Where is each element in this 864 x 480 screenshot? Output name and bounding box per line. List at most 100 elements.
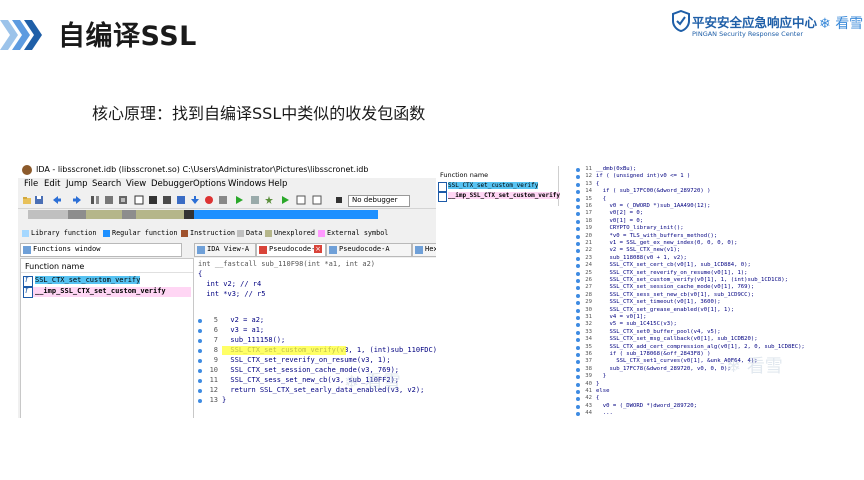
play-icon[interactable]	[234, 195, 244, 205]
cross-ref-icon[interactable]	[250, 195, 260, 205]
grid-icon[interactable]	[104, 195, 114, 205]
breakpoint-dot[interactable]	[576, 205, 580, 209]
breakpoint-dot[interactable]	[576, 242, 580, 246]
star-icon[interactable]	[264, 195, 274, 205]
segments-icon[interactable]	[90, 195, 100, 205]
breakpoint-dot[interactable]	[576, 308, 580, 313]
breakpoint-dot[interactable]	[576, 404, 580, 409]
breakpoint-dot[interactable]	[576, 316, 580, 320]
breakpoint-dot[interactable]	[576, 271, 580, 276]
breakpoint-dot[interactable]	[198, 339, 202, 343]
right-functions-window: Function name SSL_CTX_set_custom_verify …	[436, 166, 560, 206]
right-functions-header[interactable]: Function name	[440, 171, 488, 179]
breakpoint-dot[interactable]	[576, 293, 580, 298]
breakpoint-dot[interactable]	[576, 375, 580, 380]
menu-view[interactable]: View	[126, 179, 146, 189]
breakpoint-dot[interactable]	[576, 212, 580, 217]
run-icon[interactable]	[280, 195, 290, 205]
tab-pseudocode-b[interactable]: Pseudocode-B ×	[256, 243, 326, 257]
right-pseudocode-view[interactable]: 11 __dmb(0xBu); 12 if ( (unsigned int)v0 <=…	[576, 166, 852, 420]
code-text: __dmb(0xBu);	[596, 166, 637, 172]
breakpoint-dot[interactable]	[576, 412, 580, 417]
close-icon[interactable]: ×	[314, 245, 322, 253]
data-icon[interactable]	[162, 195, 172, 205]
save-icon[interactable]	[34, 195, 44, 205]
search-binary-icon[interactable]	[148, 195, 158, 205]
tab-hex[interactable]: Hex	[412, 243, 436, 257]
menu-windows[interactable]: Windows	[228, 179, 266, 189]
text-search-icon[interactable]	[134, 195, 144, 205]
breakpoint-dot[interactable]	[576, 227, 580, 232]
down-arrow-icon[interactable]	[190, 195, 200, 205]
breakpoint-dot[interactable]	[576, 175, 580, 180]
function-item[interactable]: __imp_SSL_CTX_set_custom_verify	[23, 286, 191, 298]
breakpoint-dot[interactable]	[576, 286, 580, 291]
breakpoint-dot[interactable]	[576, 197, 580, 202]
code-icon[interactable]	[176, 195, 186, 205]
breakpoint-dot[interactable]	[576, 367, 580, 372]
tab-functions-window[interactable]: Functions window	[20, 243, 182, 257]
breakpoint-dot[interactable]	[198, 379, 202, 383]
breakpoint-dot[interactable]	[198, 369, 202, 373]
menu-edit[interactable]: Edit	[44, 179, 60, 189]
breakpoint-dot[interactable]	[576, 256, 580, 261]
menu-jump[interactable]: Jump	[66, 179, 88, 189]
breakpoint-dot[interactable]	[576, 279, 580, 283]
code-text: SSL_CTX_set_cert_cb(v0[1], sub_1CD884, 0…	[596, 262, 751, 269]
breakpoint-dot[interactable]	[198, 329, 202, 333]
breakpoint-dot[interactable]	[576, 234, 580, 239]
breakpoint-dot[interactable]	[576, 249, 580, 254]
tab-row: Functions window IDA View-A Pseudocode-B…	[18, 242, 436, 257]
function-icon[interactable]	[296, 195, 306, 205]
breakpoint-dot[interactable]	[576, 390, 580, 394]
open-icon[interactable]	[22, 195, 32, 205]
forward-arrow-icon[interactable]	[72, 195, 82, 205]
menu-search[interactable]: Search	[92, 179, 121, 189]
back-arrow-icon[interactable]	[52, 195, 62, 205]
breakpoint-dot[interactable]	[576, 168, 580, 172]
breakpoint-dot[interactable]	[198, 349, 202, 353]
tab-pseudocode-a[interactable]: Pseudocode-A	[326, 243, 412, 257]
breakpoint-dot[interactable]	[576, 301, 580, 306]
struct-icon[interactable]	[218, 195, 228, 205]
menu-options[interactable]: Options	[193, 179, 226, 189]
breakpoint-icon[interactable]	[204, 195, 214, 205]
code-text: sub_111158();	[222, 336, 286, 344]
breakpoint-dot[interactable]	[198, 389, 202, 393]
breakpoint-dot[interactable]	[576, 330, 580, 335]
debugger-select[interactable]: No debugger	[348, 195, 410, 207]
navigation-band[interactable]	[28, 210, 378, 219]
partner-name: 看雪	[835, 16, 864, 32]
functions-column-header[interactable]: Function name	[25, 262, 84, 271]
line-number: 32	[585, 321, 592, 328]
menu-debugger[interactable]: Debugger	[151, 179, 193, 189]
breakpoint-dot[interactable]	[576, 219, 580, 224]
debug-stop-icon[interactable]	[334, 195, 344, 205]
bookmark-icon[interactable]	[312, 195, 322, 205]
code-text: int v2; // r4	[198, 280, 262, 288]
ida-window: IDA - libsscronet.idb (libsscronet.so) C…	[18, 162, 436, 418]
line-number: 33	[585, 328, 592, 335]
breakpoint-dot[interactable]	[576, 382, 580, 387]
breakpoint-dot[interactable]	[576, 190, 580, 195]
line-number: 18	[585, 217, 592, 224]
breakpoint-dot[interactable]	[576, 338, 580, 343]
breakpoint-dot[interactable]	[576, 353, 580, 357]
tab-ida-view-a[interactable]: IDA View-A	[194, 243, 256, 257]
pseudocode-view[interactable]: int __fastcall sub_110F98(int *a1, int a…	[194, 258, 436, 418]
hex-icon[interactable]	[118, 195, 128, 205]
breakpoint-dot[interactable]	[576, 323, 580, 328]
breakpoint-dot[interactable]	[576, 360, 580, 365]
breakpoint-dot[interactable]	[576, 182, 580, 187]
menu-file[interactable]: File	[24, 179, 38, 189]
breakpoint-dot[interactable]	[198, 399, 202, 403]
line-number: 12	[585, 173, 592, 180]
line-number: 8	[213, 346, 218, 354]
breakpoint-dot[interactable]	[576, 264, 580, 269]
breakpoint-dot[interactable]	[576, 345, 580, 350]
breakpoint-dot[interactable]	[198, 319, 202, 323]
breakpoint-dot[interactable]	[198, 359, 202, 363]
breakpoint-dot[interactable]	[576, 397, 580, 402]
line-number: 24	[585, 262, 592, 269]
menu-help[interactable]: Help	[268, 179, 287, 189]
